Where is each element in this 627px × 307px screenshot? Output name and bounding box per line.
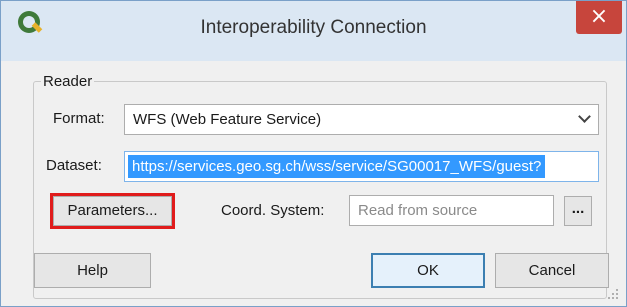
close-icon: × (589, 4, 609, 29)
title-bar[interactable]: Interoperability Connection × (1, 1, 626, 61)
window-title: Interoperability Connection (200, 17, 427, 38)
dialog-body: Reader Format: WFS (Web Feature Service)… (21, 61, 611, 299)
reader-group-title: Reader (41, 73, 95, 90)
resize-grip-icon[interactable] (606, 287, 620, 301)
interoperability-connection-dialog: Interoperability Connection × Reader For… (0, 0, 627, 307)
coord-system-input[interactable]: Read from source (349, 195, 554, 226)
format-select[interactable]: WFS (Web Feature Service) (124, 104, 599, 135)
coord-system-placeholder: Read from source (358, 202, 478, 219)
parameters-button[interactable]: Parameters... (53, 196, 172, 226)
format-selected-value: WFS (Web Feature Service) (133, 111, 322, 128)
coord-system-label: Coord. System: (221, 202, 325, 219)
help-button[interactable]: Help (34, 253, 151, 288)
coord-system-browse-button[interactable]: ... (564, 196, 592, 226)
format-label: Format: (53, 110, 105, 127)
dataset-label: Dataset: (46, 157, 102, 174)
close-button[interactable]: × (576, 1, 622, 34)
ok-button[interactable]: OK (371, 253, 485, 288)
dataset-input[interactable]: https://services.geo.sg.ch/wss/service/S… (124, 151, 599, 182)
dataset-selected-text: https://services.geo.sg.ch/wss/service/S… (128, 155, 546, 178)
cancel-button[interactable]: Cancel (495, 253, 609, 288)
chevron-down-icon[interactable] (578, 110, 591, 123)
